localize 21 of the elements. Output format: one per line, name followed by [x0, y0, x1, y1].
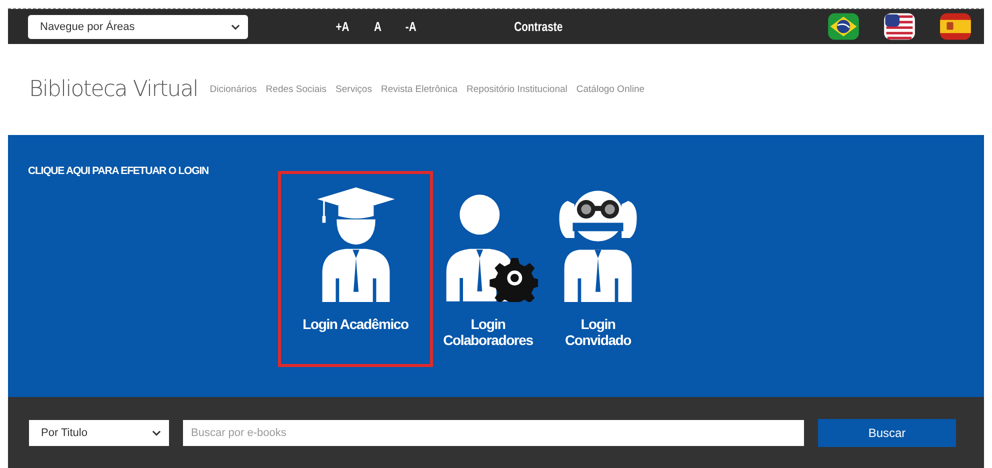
search-field[interactable]: Buscar por e-books	[183, 420, 804, 446]
chevron-down-icon	[231, 24, 240, 30]
contrast-link[interactable]: Contraste	[514, 19, 563, 34]
nav-link[interactable]: Revista Eletrônica	[380, 84, 458, 95]
nav-link[interactable]: Dicionários	[210, 84, 257, 95]
login-option[interactable]: Login Acadêmico	[278, 171, 433, 367]
login-heading: CLIQUE AQUI PARA EFETUAR O LOGIN	[28, 165, 210, 179]
nav-link[interactable]: Catálogo Online	[576, 84, 645, 95]
login-option[interactable]: Login Convidado	[543, 171, 653, 357]
font-size-link[interactable]: -A	[406, 19, 417, 34]
font-size-link[interactable]: +A	[336, 19, 350, 34]
nav-link[interactable]: Repositório Institucional	[466, 84, 568, 95]
font-size-link[interactable]: A	[374, 19, 382, 34]
dropdown[interactable]: Por Titulo	[29, 420, 169, 446]
chevron-down-icon	[152, 430, 161, 436]
site-title: Biblioteca Virtual	[29, 77, 198, 102]
nav-link[interactable]: Serviços	[336, 84, 372, 95]
dropdown[interactable]: Navegue por Áreas	[28, 14, 248, 38]
login-option[interactable]: Login Colaboradores	[433, 171, 543, 357]
search-button[interactable]: Buscar	[818, 419, 956, 447]
nav-link[interactable]: Redes Sociais	[266, 84, 327, 95]
